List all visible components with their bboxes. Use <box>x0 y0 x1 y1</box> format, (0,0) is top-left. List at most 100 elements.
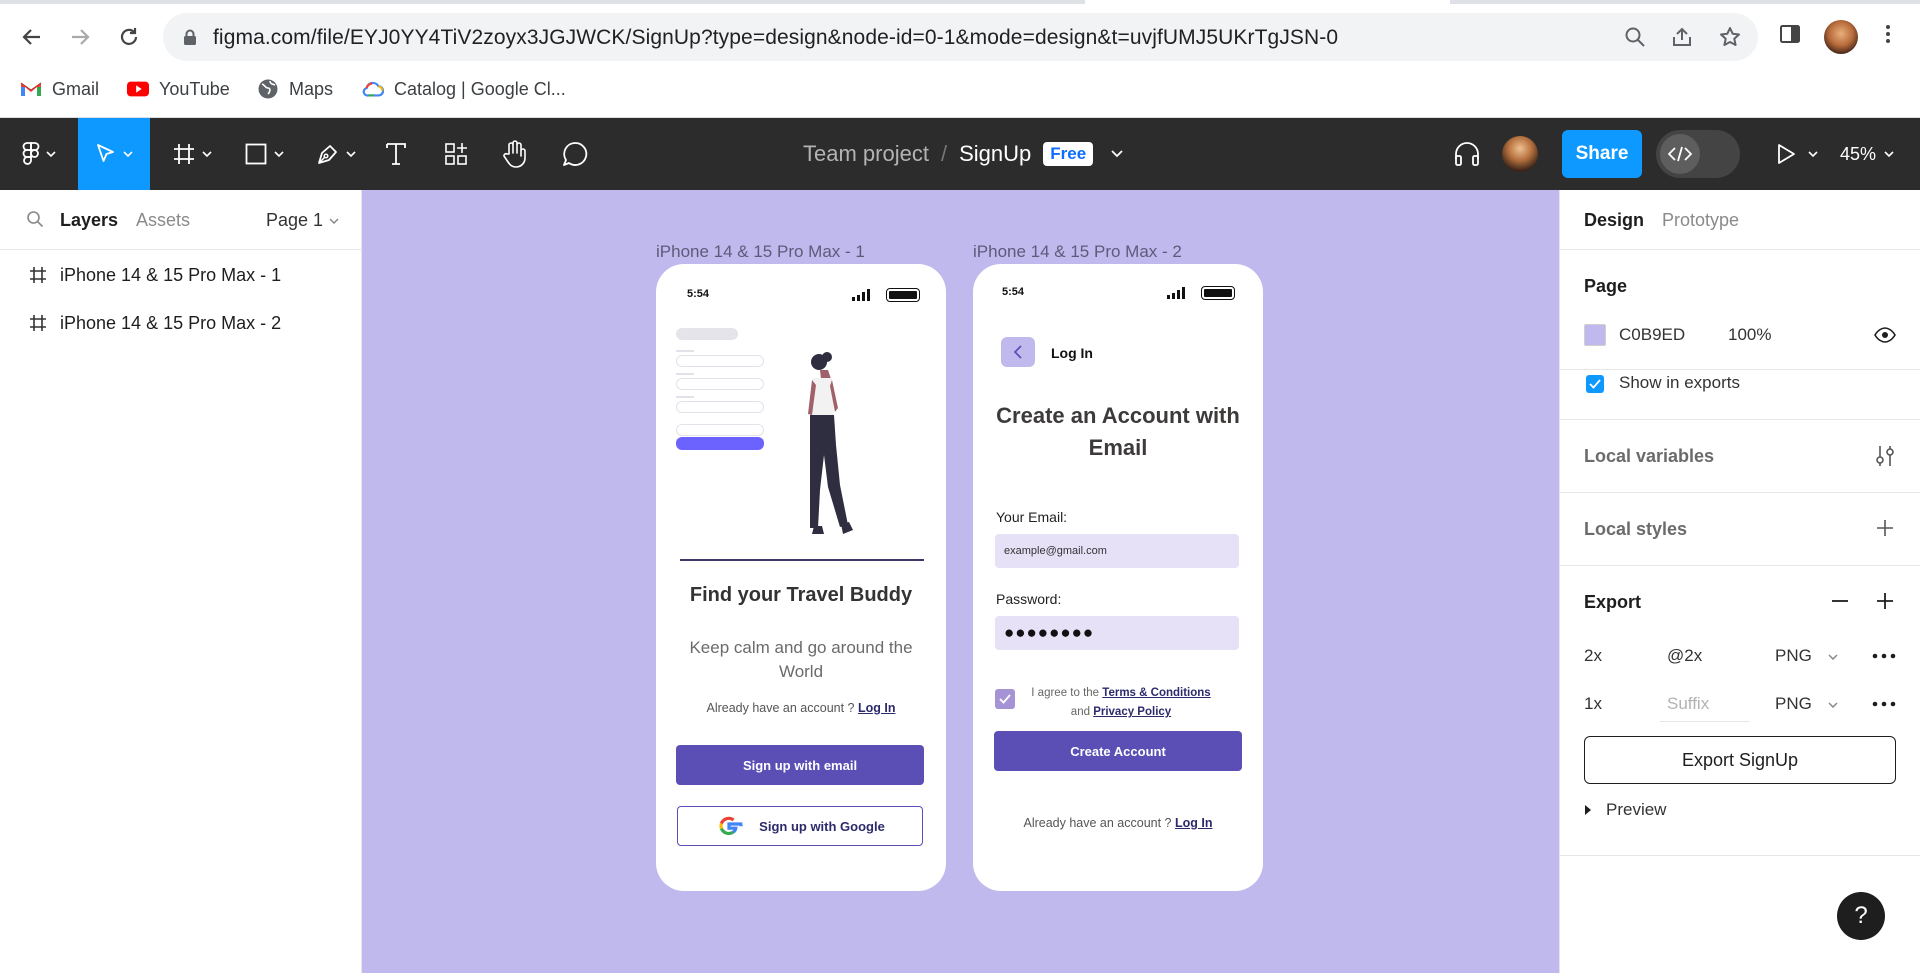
bookmark-star-icon[interactable] <box>1718 25 1742 49</box>
export-row: 1x Suffix PNG <box>1560 684 1920 724</box>
more-horizontal-icon[interactable] <box>1872 701 1896 707</box>
main-menu-button[interactable] <box>14 118 64 190</box>
search-icon[interactable] <box>1623 25 1647 49</box>
chevron-down-icon <box>274 151 284 157</box>
pen-tool[interactable] <box>310 118 362 190</box>
bookmark-gmail[interactable]: Gmail <box>20 76 99 102</box>
status-time: 5:54 <box>1002 286 1025 298</box>
headphones-icon <box>1453 141 1481 167</box>
phone-frame-2[interactable]: 5:54 Log In Create an Account with Email… <box>973 264 1263 891</box>
local-variables-title[interactable]: Local variables <box>1584 446 1714 467</box>
dev-mode-toggle[interactable] <box>1656 130 1740 178</box>
terms-checkbox[interactable] <box>995 689 1015 709</box>
address-bar[interactable]: figma.com/file/EYJ0YY4TiV2zoyx3JGJWCK/Si… <box>163 13 1758 61</box>
file-name[interactable]: SignUp <box>959 141 1031 167</box>
bookmark-youtube[interactable]: YouTube <box>127 76 230 102</box>
hand-tool[interactable] <box>498 118 532 190</box>
more-horizontal-icon[interactable] <box>1872 653 1896 659</box>
show-in-exports-checkbox[interactable] <box>1586 375 1604 393</box>
login-link[interactable]: Log In <box>858 701 896 715</box>
export-scale[interactable]: 2x <box>1584 646 1602 666</box>
export-format[interactable]: PNG <box>1775 694 1812 714</box>
share-button[interactable]: Share <box>1562 130 1642 178</box>
terms-text: I agree to the Terms & Conditions and Pr… <box>1031 687 1211 718</box>
login-prompt: Already have an account ? Log In <box>656 701 946 715</box>
minus-icon[interactable] <box>1831 599 1849 603</box>
side-panel-icon[interactable] <box>1778 22 1802 46</box>
bookmark-maps[interactable]: Maps <box>257 76 333 102</box>
sliders-icon[interactable] <box>1874 444 1896 468</box>
help-button[interactable]: ? <box>1837 892 1885 940</box>
privacy-link[interactable]: Privacy Policy <box>1093 706 1171 718</box>
page-opacity[interactable]: 100% <box>1728 325 1771 345</box>
export-format[interactable]: PNG <box>1775 646 1812 666</box>
plan-badge[interactable]: Free <box>1043 142 1094 166</box>
move-tool[interactable] <box>78 118 150 190</box>
login-prompt: Already have an account ? Log In <box>973 816 1263 830</box>
zoom-menu[interactable]: 45% <box>1840 118 1894 190</box>
design-canvas[interactable]: iPhone 14 & 15 Pro Max - 1 5:54 Find you… <box>362 190 1559 973</box>
signup-google-button[interactable]: Sign up with Google <box>677 806 923 846</box>
search-icon[interactable] <box>26 210 44 228</box>
project-name[interactable]: Team project <box>803 141 929 167</box>
audio-headphones-button[interactable] <box>1450 118 1484 190</box>
chevron-down-icon[interactable] <box>1111 150 1123 158</box>
eye-icon[interactable] <box>1874 327 1896 343</box>
profile-avatar[interactable] <box>1824 20 1858 54</box>
export-scale[interactable]: 1x <box>1584 694 1602 714</box>
email-field[interactable]: example@gmail.com <box>995 534 1239 568</box>
export-button[interactable]: Export SignUp <box>1584 736 1896 784</box>
export-suffix[interactable]: Suffix <box>1667 694 1709 714</box>
password-field[interactable]: ●●●●●●●● <box>995 616 1239 650</box>
tab-design[interactable]: Design <box>1584 210 1644 231</box>
page-selector-label: Page 1 <box>266 210 324 230</box>
login-link[interactable]: Log In <box>1175 816 1213 830</box>
present-button[interactable] <box>1772 118 1822 190</box>
phone-frame-1[interactable]: 5:54 Find your Travel Buddy Keep calm an… <box>656 264 946 891</box>
comment-tool[interactable] <box>558 118 592 190</box>
page-color-swatch[interactable] <box>1584 324 1606 346</box>
tab-assets[interactable]: Assets <box>136 210 190 231</box>
tab-prototype[interactable]: Prototype <box>1662 210 1739 231</box>
preview-toggle[interactable]: Preview <box>1584 798 1666 822</box>
lock-icon <box>183 29 197 46</box>
terms-link[interactable]: Terms & Conditions <box>1102 687 1210 699</box>
chevron-down-icon <box>46 151 56 157</box>
layer-row[interactable]: iPhone 14 & 15 Pro Max - 2 <box>0 300 362 346</box>
screen-header: Log In <box>1051 345 1093 361</box>
more-vertical-icon[interactable] <box>1876 22 1900 46</box>
share-page-icon[interactable] <box>1670 25 1694 49</box>
create-account-button[interactable]: Create Account <box>994 731 1242 771</box>
page-color-hex[interactable]: C0B9ED <box>1619 325 1685 345</box>
forward-icon[interactable] <box>63 20 97 54</box>
url-text[interactable]: figma.com/file/EYJ0YY4TiV2zoyx3JGJWCK/Si… <box>213 26 1338 50</box>
plus-icon[interactable] <box>1876 519 1894 537</box>
back-button[interactable] <box>1001 337 1035 367</box>
components-icon <box>444 142 468 166</box>
reload-icon[interactable] <box>112 20 146 54</box>
export-suffix[interactable]: @2x <box>1667 646 1702 666</box>
plus-icon[interactable] <box>1876 592 1894 610</box>
frame-tool[interactable] <box>166 118 218 190</box>
code-brackets-icon <box>1660 134 1700 174</box>
resources-tool[interactable] <box>440 118 472 190</box>
export-section: Export 2x @2x PNG 1x Suffix PNG Export S… <box>1560 566 1920 856</box>
travel-illustration <box>656 264 946 574</box>
back-icon[interactable] <box>15 20 49 54</box>
signal-icon <box>1167 286 1189 299</box>
local-styles-section: Local styles <box>1560 493 1920 566</box>
frame-hash-icon <box>26 314 50 332</box>
tab-layers[interactable]: Layers <box>60 210 118 231</box>
shape-tool[interactable] <box>238 118 290 190</box>
page-selector[interactable]: Page 1 <box>266 210 339 231</box>
user-avatar[interactable] <box>1502 136 1538 172</box>
layer-row[interactable]: iPhone 14 & 15 Pro Max - 1 <box>0 252 362 298</box>
show-in-exports-row[interactable]: Show in exports <box>1560 373 1920 409</box>
text-tool[interactable] <box>380 118 412 190</box>
frame-label[interactable]: iPhone 14 & 15 Pro Max - 2 <box>973 242 1182 262</box>
export-row: 2x @2x PNG <box>1560 636 1920 676</box>
signup-email-button[interactable]: Sign up with email <box>676 745 924 785</box>
person-walking-icon <box>808 352 853 534</box>
frame-label[interactable]: iPhone 14 & 15 Pro Max - 1 <box>656 242 865 262</box>
bookmark-catalog[interactable]: Catalog | Google Cl... <box>362 76 566 102</box>
